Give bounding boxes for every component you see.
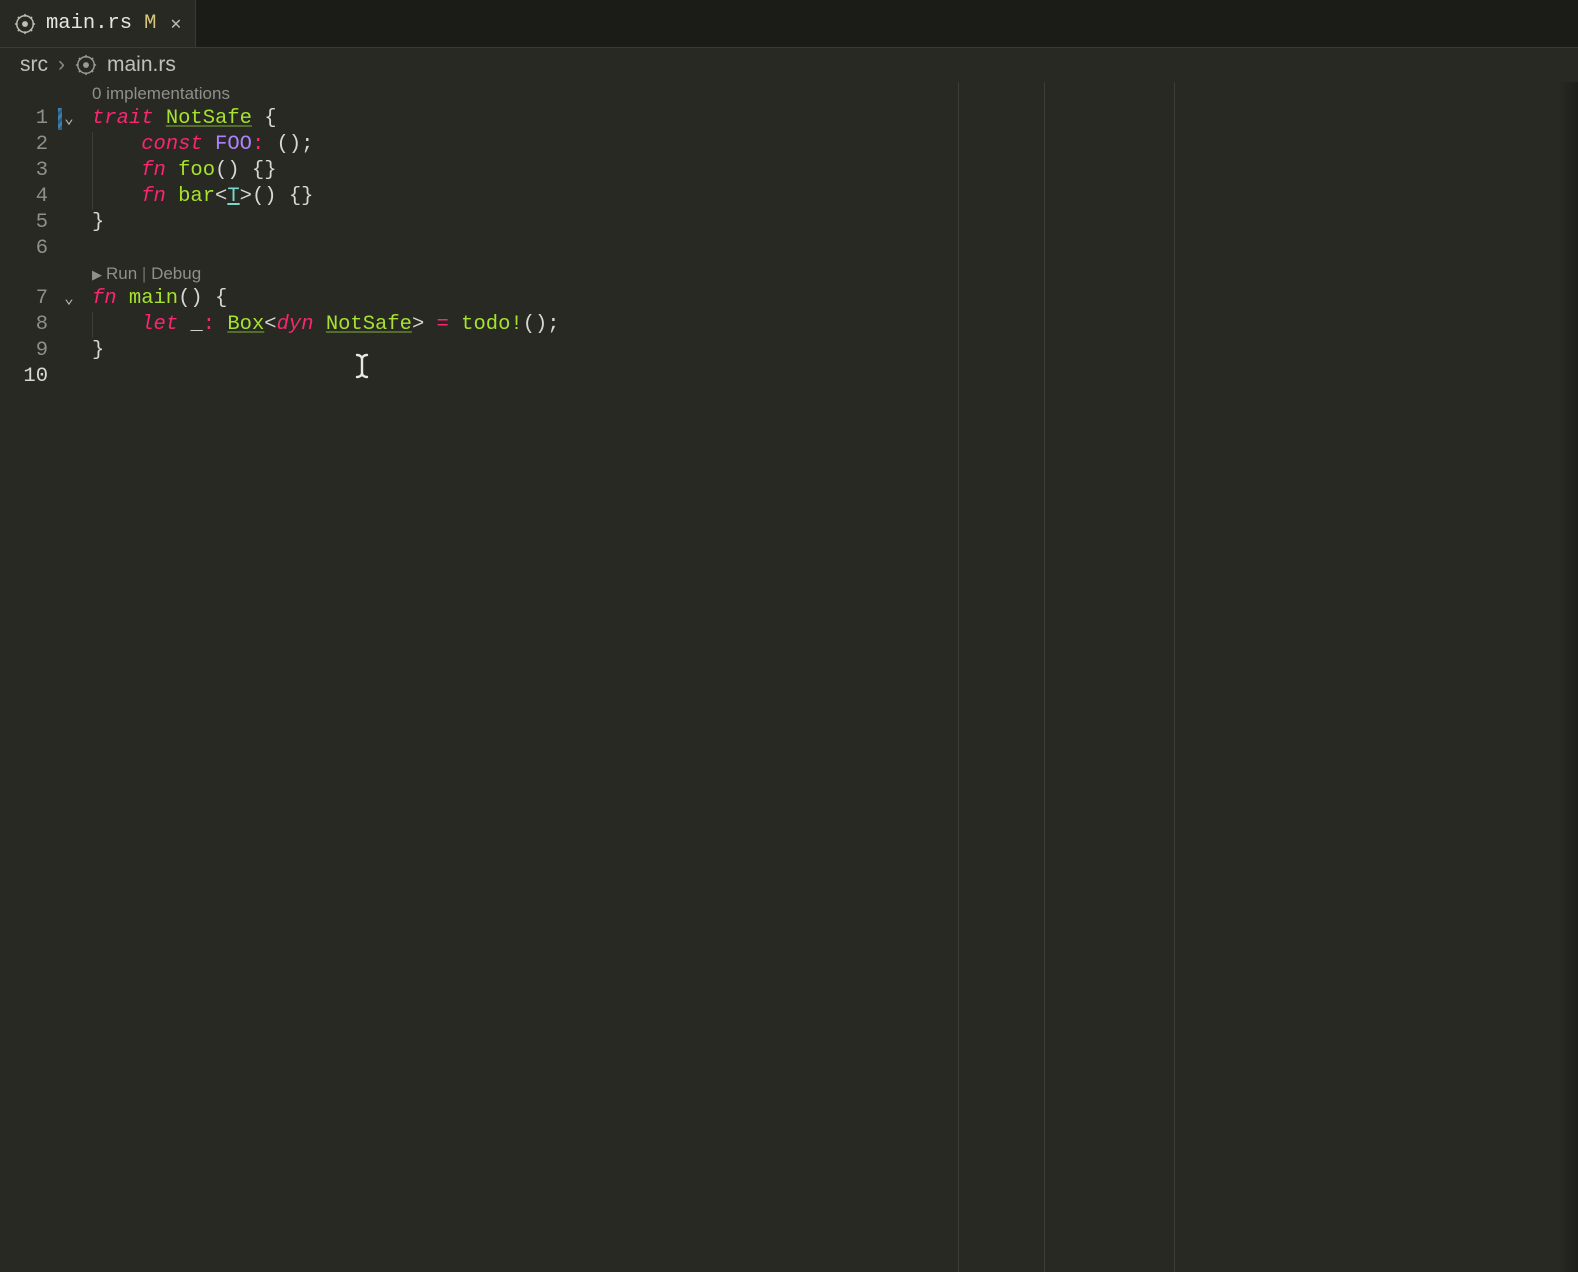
line-number[interactable]: 4 [0,184,58,210]
play-icon: ▶ [92,267,102,282]
indent-guide [92,184,93,210]
code-row: 7⌄fn main() { [0,286,1578,312]
code-row: 5} [0,210,1578,236]
code-row: 3 fn foo() {} [0,158,1578,184]
rust-icon [14,13,36,35]
gutter-fold-column: ⌄ [58,286,80,312]
line-number[interactable]: 1 [0,106,58,132]
code-row: 10 [0,364,1578,390]
code-row: 2 const FOO: (); [0,132,1578,158]
breadcrumb: src › main.rs [0,48,1578,82]
tab-bar: main.rs M ✕ [0,0,1578,48]
codelens-run-debug: ▶ Run | Debug [80,262,201,287]
code-row: 9} [0,338,1578,364]
code-line[interactable]: } [80,338,1578,364]
code-line[interactable]: } [80,210,1578,236]
code-row: 6 [0,236,1578,262]
codelens-run[interactable]: Run [106,264,137,283]
editor-tab[interactable]: main.rs M ✕ [0,0,196,47]
breadcrumb-segment[interactable]: main.rs [107,53,176,77]
tab-modified-indicator: M [144,12,156,35]
line-number[interactable]: 8 [0,312,58,338]
breadcrumb-segment[interactable]: src [20,53,48,77]
chevron-down-icon[interactable]: ⌄ [64,106,74,132]
code-line[interactable]: const FOO: (); [80,132,1578,158]
code-line[interactable]: fn foo() {} [80,158,1578,184]
line-number[interactable]: 3 [0,158,58,184]
line-number[interactable]: 10 [0,364,58,390]
code-row: 1⌄trait NotSafe { [0,106,1578,132]
code-line[interactable]: let _: Box<dyn NotSafe> = todo!(); [80,312,1578,338]
rust-icon [75,54,97,76]
line-number[interactable]: 2 [0,132,58,158]
close-icon[interactable]: ✕ [170,13,181,35]
code-editor[interactable]: 0 implementations1⌄trait NotSafe {2 cons… [0,82,1578,1272]
indent-guide [92,312,93,338]
code-row: 4 fn bar<T>() {} [0,184,1578,210]
separator: | [137,264,151,283]
line-number[interactable]: 9 [0,338,58,364]
line-number[interactable]: 7 [0,286,58,312]
code-line[interactable]: fn bar<T>() {} [80,184,1578,210]
indent-guide [92,158,93,184]
code-line[interactable]: fn main() { [80,286,1578,312]
chevron-right-icon: › [58,53,65,77]
indent-guide [92,132,93,158]
line-number[interactable]: 5 [0,210,58,236]
line-number[interactable]: 6 [0,236,58,262]
code-line[interactable]: trait NotSafe { [80,106,1578,132]
codelens-debug[interactable]: Debug [151,264,201,283]
tab-filename: main.rs [46,12,132,35]
code-row: 8 let _: Box<dyn NotSafe> = todo!(); [0,312,1578,338]
editor-lines: 0 implementations1⌄trait NotSafe {2 cons… [0,82,1578,390]
chevron-down-icon[interactable]: ⌄ [64,286,74,312]
gutter-fold-column: ⌄ [58,106,80,132]
git-change-indicator [58,108,62,130]
codelens-implementations[interactable]: 0 implementations [80,82,230,106]
